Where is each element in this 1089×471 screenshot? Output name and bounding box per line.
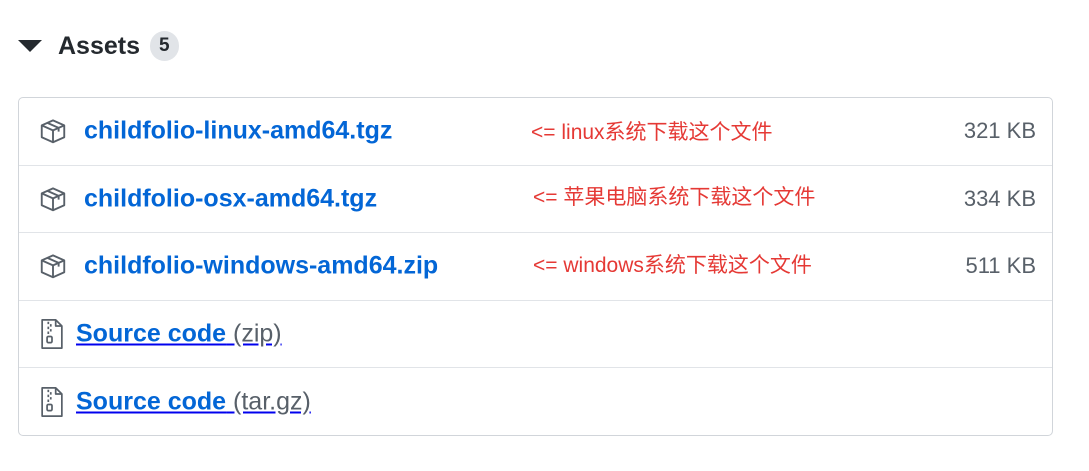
assets-count-badge: 5	[150, 31, 179, 61]
assets-list: childfolio-linux-amd64.tgz <= linux系统下载这…	[18, 97, 1053, 436]
assets-title: Assets	[58, 31, 140, 60]
source-row: Source code (zip)	[19, 301, 1052, 369]
asset-size: 321 KB	[963, 118, 1036, 144]
triangle-down-icon[interactable]	[18, 40, 42, 52]
asset-link-windows[interactable]: childfolio-windows-amd64.zip	[84, 252, 438, 281]
assets-header: Assets 5	[18, 26, 179, 66]
asset-size: 511 KB	[965, 253, 1036, 279]
file-zip-icon	[41, 387, 63, 418]
asset-row: childfolio-windows-amd64.zip <= windows系…	[19, 233, 1052, 301]
asset-row: childfolio-linux-amd64.tgz <= linux系统下载这…	[19, 98, 1052, 166]
asset-link-linux[interactable]: childfolio-linux-amd64.tgz	[84, 117, 392, 146]
asset-link-osx[interactable]: childfolio-osx-amd64.tgz	[84, 184, 377, 213]
source-code-ext: (tar.gz)	[233, 387, 311, 416]
package-icon	[40, 254, 66, 279]
annotation-windows: <= windows系统下载这个文件	[533, 254, 812, 278]
source-code-zip-link[interactable]: Source code (zip)	[76, 320, 282, 349]
asset-size: 334 KB	[963, 185, 1036, 211]
annotation-osx: <= 苹果电脑系统下载这个文件	[533, 185, 816, 209]
package-icon	[40, 119, 66, 144]
source-row: Source code (tar.gz)	[19, 368, 1052, 435]
source-code-label: Source code	[76, 387, 227, 416]
asset-row: childfolio-osx-amd64.tgz <= 苹果电脑系统下载这个文件…	[19, 166, 1052, 234]
source-code-targz-link[interactable]: Source code (tar.gz)	[76, 388, 311, 417]
source-code-label: Source code	[76, 319, 227, 348]
file-zip-icon	[41, 319, 63, 350]
annotation-linux: <= linux系统下载这个文件	[531, 121, 773, 144]
source-code-ext: (zip)	[233, 319, 282, 348]
package-icon	[40, 187, 66, 212]
